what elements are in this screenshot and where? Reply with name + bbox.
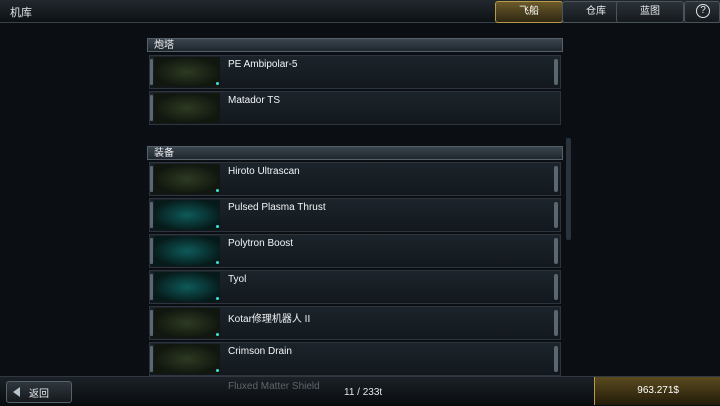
drain-icon <box>154 344 220 374</box>
list-item[interactable]: Pulsed Plasma Thrust <box>149 198 561 232</box>
item-name: PE Ambipolar-5 <box>228 59 298 70</box>
help-button[interactable]: ? <box>684 1 720 23</box>
section-header-turrets: 炮塔 <box>147 38 563 52</box>
item-name: Kotar修理机器人 II <box>228 314 311 325</box>
scanner-icon <box>154 164 220 194</box>
boost-icon <box>154 236 220 266</box>
page-title: 机库 <box>10 7 32 19</box>
help-icon: ? <box>696 4 710 18</box>
turret-icon <box>154 57 220 87</box>
back-button[interactable]: 返回 <box>6 381 72 403</box>
tab-blueprints[interactable]: 蓝图 <box>616 1 684 23</box>
list-item[interactable]: Tyol <box>149 270 561 304</box>
item-name: Crimson Drain <box>228 346 292 357</box>
item-name: Pulsed Plasma Thrust <box>228 202 326 213</box>
item-name: Matador TS <box>228 95 281 106</box>
list-item-partial: Fluxed Matter Shield <box>228 381 320 392</box>
repair-bot-icon <box>154 308 220 338</box>
item-name: Hiroto Ultrascan <box>228 166 300 177</box>
cargo-count: 11 / 233t <box>344 387 383 398</box>
top-bar: 机库 飞船 仓库 蓝图 ? <box>0 0 720 23</box>
list-item[interactable]: PE Ambipolar-5 <box>149 55 561 89</box>
list-scrollbar[interactable] <box>566 138 571 240</box>
back-arrow-icon <box>13 387 20 397</box>
item-name: Polytron Boost <box>228 238 294 249</box>
section-header-equipment: 装备 <box>147 146 563 160</box>
list-item[interactable]: Crimson Drain <box>149 342 561 376</box>
list-item[interactable]: Polytron Boost <box>149 234 561 268</box>
thruster-icon <box>154 200 220 230</box>
armor-icon <box>154 272 220 302</box>
list-item[interactable]: Matador TS <box>149 91 561 125</box>
list-item[interactable]: Kotar修理机器人 II <box>149 306 561 340</box>
tab-ships[interactable]: 飞船 <box>495 1 563 23</box>
item-name: Tyol <box>228 274 247 285</box>
turret-icon <box>154 93 220 123</box>
list-item[interactable]: Hiroto Ultrascan <box>149 162 561 196</box>
money-display: 963.271$ <box>594 377 720 405</box>
